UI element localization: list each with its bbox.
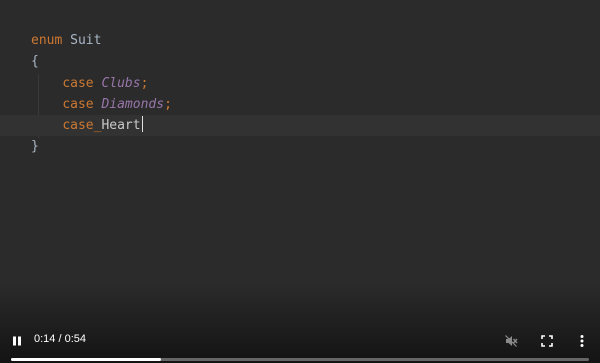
video-frame: enum Suit { case Clubs; case Diamonds; ca… xyxy=(0,0,600,363)
code-token: Suit xyxy=(70,33,102,48)
fullscreen-button[interactable] xyxy=(536,330,558,352)
code-line-content: enum Suit xyxy=(0,33,101,48)
code-token: ; xyxy=(164,97,172,112)
mute-button[interactable] xyxy=(500,330,522,352)
code-token: Clubs xyxy=(101,76,141,91)
progress-bar[interactable] xyxy=(11,358,589,361)
code-token: case xyxy=(62,118,94,133)
duration: 0:54 xyxy=(64,333,87,345)
code-line[interactable]: enum Suit xyxy=(0,30,600,51)
code-line[interactable]: { xyxy=(0,51,600,72)
code-line-content: { xyxy=(0,54,39,69)
time-separator: / xyxy=(55,333,65,345)
pause-icon xyxy=(13,336,21,346)
code-line-current[interactable]: case_Heart xyxy=(0,115,600,136)
code-line-content: case Clubs; xyxy=(0,76,148,91)
code-line-content: case_Heart xyxy=(0,116,144,133)
code-token: enum xyxy=(31,33,63,48)
code-token: Diamonds xyxy=(101,97,165,112)
code-token: case xyxy=(62,97,94,112)
fullscreen-icon xyxy=(541,335,553,347)
more-options-button[interactable] xyxy=(571,330,593,352)
code-token: ; xyxy=(140,76,149,91)
code-line-content: case Diamonds; xyxy=(0,97,172,112)
code-line[interactable]: } xyxy=(0,136,600,157)
more-vertical-icon xyxy=(580,335,584,347)
code-token: { xyxy=(31,54,39,69)
code-token: case xyxy=(62,76,94,91)
code-token: } xyxy=(31,139,39,154)
code-line[interactable]: case Diamonds; xyxy=(0,94,600,115)
text-caret xyxy=(141,116,144,132)
code-token: Heart xyxy=(101,118,141,133)
code-line-content: } xyxy=(0,139,39,154)
volume-muted-icon xyxy=(505,335,518,347)
video-controls: 0:14 / 0:54 xyxy=(0,313,600,363)
current-time: 0:14 xyxy=(34,333,56,345)
time-display: 0:14 / 0:54 xyxy=(34,333,86,345)
progress-fill xyxy=(11,358,162,361)
code-line[interactable]: case Clubs; xyxy=(0,73,600,94)
pause-button[interactable] xyxy=(6,330,28,352)
code-editor: enum Suit { case Clubs; case Diamonds; ca… xyxy=(0,0,600,300)
